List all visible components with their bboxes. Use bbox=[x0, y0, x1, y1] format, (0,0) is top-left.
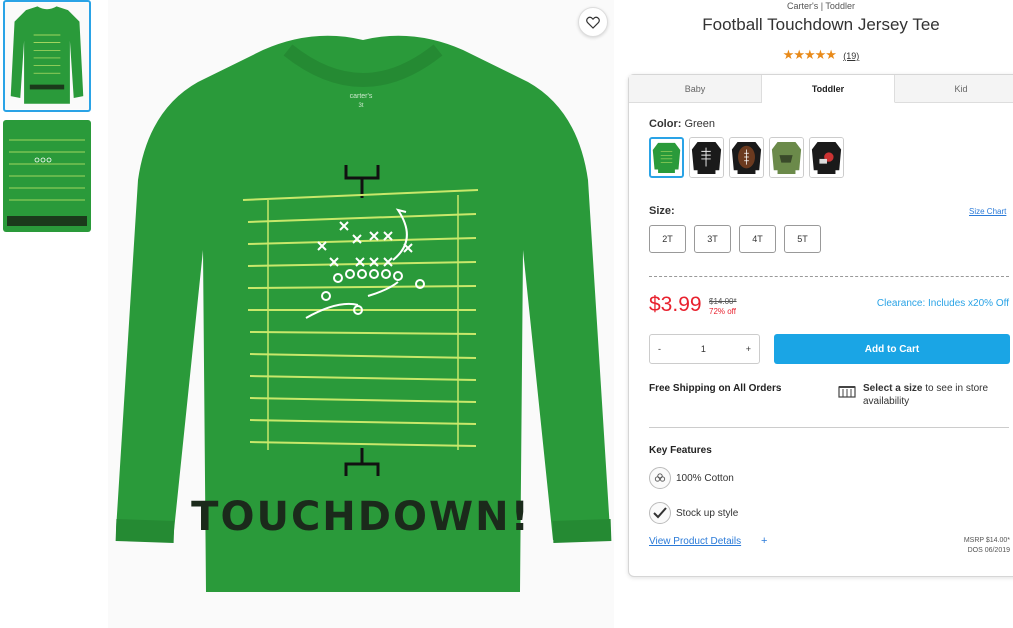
tab-kid[interactable]: Kid bbox=[895, 75, 1013, 102]
quantity-value[interactable]: 1 bbox=[701, 344, 706, 354]
product-title: Football Touchdown Jersey Tee bbox=[702, 15, 940, 34]
free-shipping-text: Free Shipping on All Orders bbox=[649, 383, 782, 394]
color-label-title: Color: bbox=[649, 118, 682, 130]
cotton-icon bbox=[649, 467, 671, 489]
msrp-text: MSRP $14.00* bbox=[963, 537, 1010, 544]
clearance-text: Clearance: Includes x20% Off bbox=[876, 298, 1009, 309]
star-rating-icon: ★★★★★ bbox=[782, 47, 837, 62]
size-option-4t[interactable]: 4T bbox=[739, 225, 776, 253]
quantity-decrease-button[interactable]: - bbox=[658, 344, 661, 354]
view-product-details-link[interactable]: View Product Details bbox=[649, 536, 741, 547]
size-option-2t[interactable]: 2T bbox=[649, 225, 686, 253]
feature-cotton-label: 100% Cotton bbox=[676, 472, 734, 484]
swatch-black-skeleton[interactable] bbox=[689, 137, 724, 178]
dashed-divider bbox=[649, 276, 1009, 277]
thumbnail-graphic-closeup[interactable] bbox=[3, 120, 91, 232]
sale-price: $3.99 bbox=[649, 293, 702, 316]
percent-off: 72% off bbox=[709, 307, 736, 316]
feature-stock-up-label: Stock up style bbox=[676, 507, 739, 519]
main-product-image: carter's 3t TOUCHDOWN! bbox=[108, 0, 614, 628]
shirt-tag-size: 3t bbox=[358, 103, 363, 109]
quantity-stepper: - 1 + bbox=[649, 334, 760, 364]
store-icon bbox=[838, 386, 856, 398]
msrp-info: MSRP $14.00* DOS 06/2019 bbox=[919, 536, 1010, 556]
color-label: Color: Green bbox=[649, 118, 715, 130]
swatch-green[interactable] bbox=[649, 137, 684, 178]
rating: ★★★★★ (19) bbox=[629, 47, 1013, 63]
size-option-5t[interactable]: 5T bbox=[784, 225, 821, 253]
quantity-increase-button[interactable]: + bbox=[746, 344, 751, 354]
shirt-graphic-text: TOUCHDOWN! bbox=[191, 494, 531, 540]
tab-toddler[interactable]: Toddler bbox=[762, 75, 895, 103]
color-swatches bbox=[649, 137, 844, 178]
original-price: $14.00* bbox=[709, 297, 737, 306]
thumbnail-front[interactable] bbox=[3, 0, 91, 112]
add-to-cart-button[interactable]: Add to Cart bbox=[774, 334, 1010, 364]
swatch-black-graphic[interactable] bbox=[809, 137, 844, 178]
expand-plus-icon[interactable]: + bbox=[761, 535, 767, 547]
key-features-heading: Key Features bbox=[649, 445, 712, 456]
select-size-prompt: Select a size bbox=[863, 383, 923, 394]
size-range-tabs: Baby Toddler Kid bbox=[629, 75, 1013, 103]
size-options: 2T 3T 4T 5T bbox=[649, 225, 821, 253]
breadcrumb: Carter's | Toddler bbox=[787, 1, 855, 11]
feature-stock-up: Stock up style bbox=[649, 502, 738, 524]
divider bbox=[649, 427, 1009, 428]
thumbnail-list bbox=[3, 0, 93, 240]
tab-baby[interactable]: Baby bbox=[629, 75, 762, 102]
favorite-button[interactable] bbox=[578, 7, 608, 37]
heart-icon bbox=[586, 16, 600, 29]
purchase-card: Baby Toddler Kid Color: Green Size: Size… bbox=[628, 74, 1013, 577]
review-count-link[interactable]: (19) bbox=[843, 51, 859, 61]
color-value: Green bbox=[684, 118, 716, 130]
size-label: Size: bbox=[649, 205, 675, 217]
feature-cotton: 100% Cotton bbox=[649, 467, 734, 489]
dos-text: DOS 06/2019 bbox=[967, 547, 1010, 554]
swatch-olive[interactable] bbox=[769, 137, 804, 178]
size-option-3t[interactable]: 3T bbox=[694, 225, 731, 253]
checkmark-icon bbox=[649, 502, 671, 524]
size-chart-link[interactable]: Size Chart bbox=[969, 207, 1006, 216]
swatch-brown-football[interactable] bbox=[729, 137, 764, 178]
store-availability: Select a size to see in store availabili… bbox=[863, 382, 1013, 408]
shirt-tag-brand: carter's bbox=[350, 93, 373, 100]
